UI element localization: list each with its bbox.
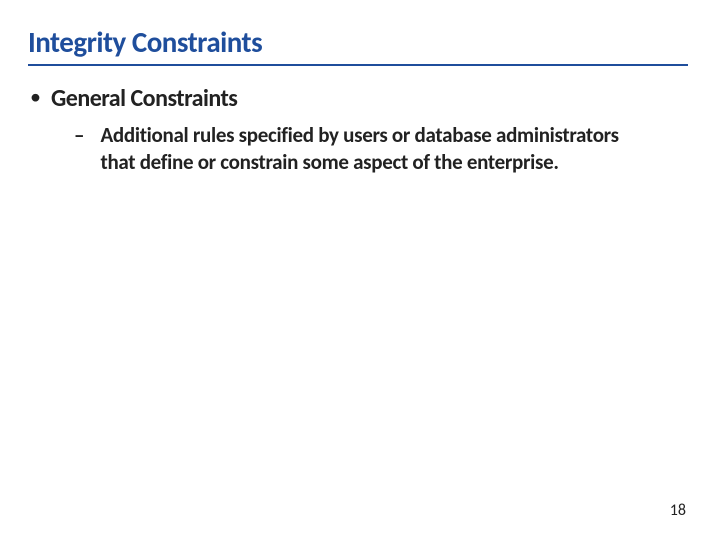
bullet-l1-text: General Constraints bbox=[51, 84, 237, 114]
page-number: 18 bbox=[670, 501, 686, 520]
slide-title: Integrity Constraints bbox=[28, 24, 688, 66]
bullet-dot-icon: • bbox=[30, 84, 41, 110]
bullet-l2-text: Additional rules specified by users or d… bbox=[100, 122, 652, 176]
bullet-level-1: • General Constraints bbox=[28, 84, 692, 114]
bullet-dash-icon: – bbox=[74, 122, 84, 148]
bullet-level-2: – Additional rules specified by users or… bbox=[74, 122, 652, 176]
slide: Integrity Constraints • General Constrai… bbox=[0, 0, 720, 540]
